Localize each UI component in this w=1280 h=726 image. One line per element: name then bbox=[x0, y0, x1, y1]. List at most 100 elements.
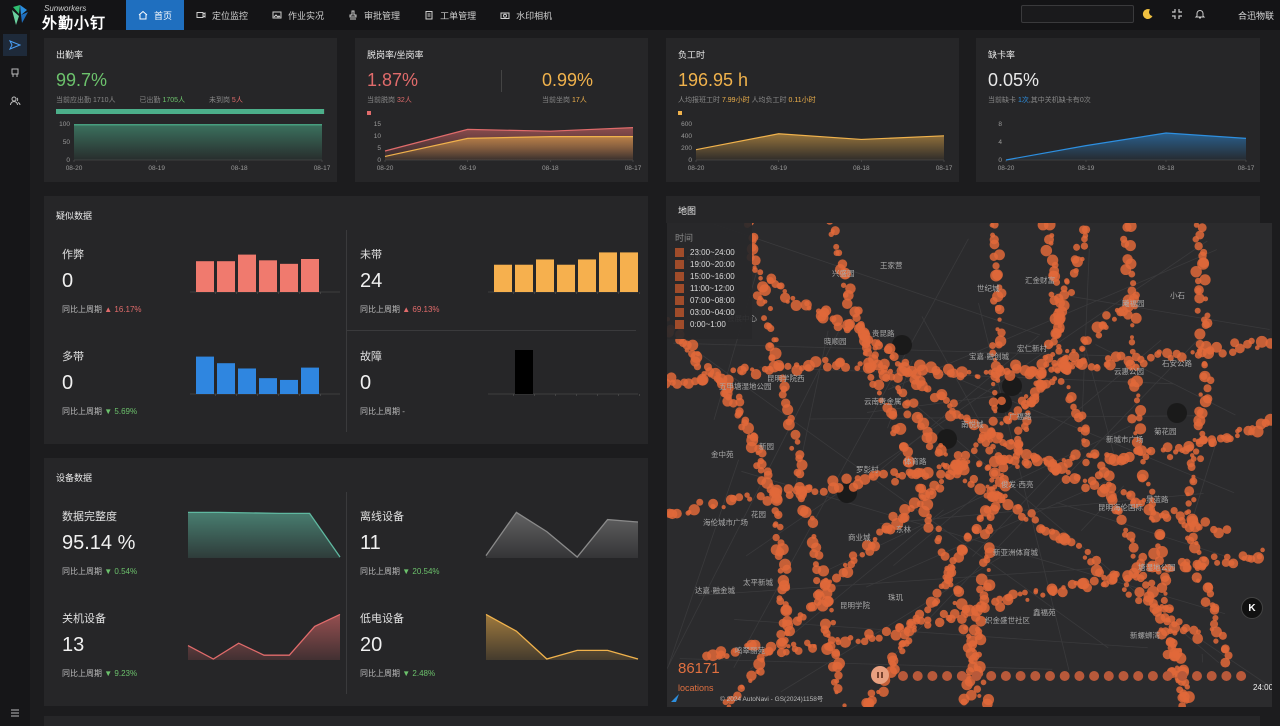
map-place-label: 新亚洲体育城 bbox=[993, 548, 1038, 557]
nav-item-2[interactable]: 作业实况 bbox=[260, 0, 336, 30]
org-name[interactable]: 合迅物联 bbox=[1238, 9, 1274, 22]
location-dot bbox=[794, 646, 803, 655]
location-dot bbox=[1127, 414, 1137, 424]
location-dot bbox=[1196, 549, 1202, 555]
location-dot bbox=[811, 488, 819, 496]
location-dot bbox=[1111, 316, 1117, 322]
nav-item-5[interactable]: 水印相机 bbox=[488, 0, 564, 30]
nav-item-3[interactable]: 审批管理 bbox=[336, 0, 412, 30]
timeline-slider[interactable] bbox=[895, 669, 1255, 683]
timeline-step[interactable] bbox=[1177, 671, 1188, 681]
timeline-step[interactable] bbox=[1074, 671, 1085, 681]
divider bbox=[346, 492, 347, 694]
metric-compare: 同比上周期 ▲ 16.17% bbox=[62, 305, 142, 314]
timeline-step[interactable] bbox=[956, 671, 967, 681]
timeline-step[interactable] bbox=[1045, 671, 1055, 681]
timeline-step[interactable] bbox=[1162, 671, 1173, 681]
metric-sparkline bbox=[488, 350, 640, 396]
location-dot bbox=[822, 362, 832, 372]
nav-label: 作业实况 bbox=[288, 10, 325, 21]
bar bbox=[536, 259, 554, 292]
y-tick-label: 200 bbox=[681, 145, 692, 152]
timeline-step[interactable] bbox=[1015, 671, 1026, 681]
timeline-step[interactable] bbox=[1221, 671, 1232, 681]
nav-item-4[interactable]: 工单管理 bbox=[412, 0, 488, 30]
location-dot bbox=[1162, 442, 1173, 453]
location-dot bbox=[1162, 513, 1172, 523]
cardmiss-summary: 当前缺卡 1次,其中关机缺卡有0次 bbox=[988, 97, 1091, 104]
nav-item-0[interactable]: 首页 bbox=[126, 0, 185, 30]
location-dot bbox=[1200, 517, 1211, 527]
timeline-step[interactable] bbox=[942, 671, 953, 681]
pause-button[interactable] bbox=[871, 666, 889, 684]
timeline-step[interactable] bbox=[1206, 671, 1217, 681]
location-dot bbox=[785, 418, 793, 426]
location-dot bbox=[1146, 353, 1155, 362]
sidebar-menu-toggle[interactable] bbox=[3, 702, 27, 724]
location-dot bbox=[985, 484, 990, 489]
location-dot bbox=[989, 342, 997, 349]
bell-icon[interactable] bbox=[1194, 8, 1206, 20]
sidebar-item-users[interactable] bbox=[3, 90, 27, 112]
timeline-step[interactable] bbox=[1089, 671, 1100, 681]
timeline-step[interactable] bbox=[1236, 671, 1247, 681]
location-dot bbox=[876, 689, 881, 695]
location-dot bbox=[794, 439, 801, 445]
sidebar-item-device[interactable] bbox=[3, 62, 27, 84]
location-dot bbox=[806, 305, 812, 311]
map-card-header: 地图 bbox=[666, 196, 1260, 223]
map-place-label: 菊花园 bbox=[1154, 427, 1177, 436]
sidebar bbox=[0, 30, 30, 726]
suspect-cell-2: 多带 0 同比上周期 ▼ 5.69% bbox=[56, 332, 341, 428]
timeline-step[interactable] bbox=[1133, 671, 1144, 681]
search-input[interactable] bbox=[1021, 5, 1134, 23]
sidebar-item-dashboard[interactable] bbox=[3, 34, 27, 56]
timeline-step[interactable] bbox=[1103, 671, 1114, 681]
logo[interactable]: Sunworkers 外勤小钉 bbox=[10, 3, 120, 32]
timeline-step[interactable] bbox=[1118, 671, 1129, 681]
location-dot bbox=[1194, 293, 1205, 304]
bar bbox=[196, 356, 214, 394]
timeline-step[interactable] bbox=[1030, 671, 1041, 681]
location-dot bbox=[998, 462, 1009, 473]
location-dot bbox=[790, 429, 801, 440]
timeline-step[interactable] bbox=[912, 671, 923, 681]
location-dot bbox=[1185, 500, 1192, 507]
cardmiss-trend-chart: 8 4 008-20 08-19 08-18 08-17 bbox=[998, 121, 1255, 172]
location-dot bbox=[934, 537, 942, 545]
fullscreen-exit-icon[interactable] bbox=[1171, 8, 1183, 20]
nav-item-1[interactable]: 定位监控 bbox=[184, 0, 260, 30]
map-place-label: 珠玑 bbox=[888, 593, 903, 602]
location-dot bbox=[1066, 385, 1071, 390]
location-dot bbox=[1256, 553, 1263, 560]
heatmap-map[interactable]: 中晋嘉鼎村晓顺园南悦城昆明海伦国际达嘉·融金城兴盛园宝嘉·融创城新城市广场海伦城… bbox=[667, 223, 1272, 707]
timeline-step[interactable] bbox=[898, 671, 908, 681]
timeline-step[interactable] bbox=[986, 671, 997, 681]
location-dot bbox=[1089, 576, 1099, 586]
y-tick-label: 600 bbox=[681, 121, 692, 128]
x-tick-label: 08-20 bbox=[998, 165, 1015, 172]
card-title: 设备数据 bbox=[56, 473, 93, 483]
metric-label: 故障 bbox=[360, 351, 382, 363]
location-dot bbox=[1208, 438, 1217, 448]
moon-icon[interactable] bbox=[1142, 8, 1154, 20]
map-place-label: 贵昆路 bbox=[872, 329, 895, 338]
location-dot bbox=[1213, 638, 1219, 644]
location-dot bbox=[1057, 378, 1065, 385]
y-tick-label: 50 bbox=[63, 139, 71, 146]
map-control-button[interactable]: K bbox=[1241, 597, 1263, 619]
location-dot bbox=[1135, 405, 1147, 417]
location-dot bbox=[931, 365, 941, 376]
bar bbox=[238, 254, 256, 292]
location-dot bbox=[1014, 442, 1021, 449]
device-cell-1: 离线设备 11 同比上周期 ▼ 20.54% bbox=[354, 492, 639, 588]
timeline-step[interactable] bbox=[1147, 671, 1158, 681]
timeline-step[interactable] bbox=[1000, 671, 1011, 681]
location-dot bbox=[982, 582, 992, 592]
timeline-step[interactable] bbox=[1192, 671, 1202, 681]
timeline-step[interactable] bbox=[1059, 671, 1070, 681]
location-dot bbox=[1094, 364, 1100, 369]
timeline-step[interactable] bbox=[927, 671, 938, 681]
timeline-step[interactable] bbox=[971, 671, 982, 681]
location-dot bbox=[960, 698, 968, 706]
